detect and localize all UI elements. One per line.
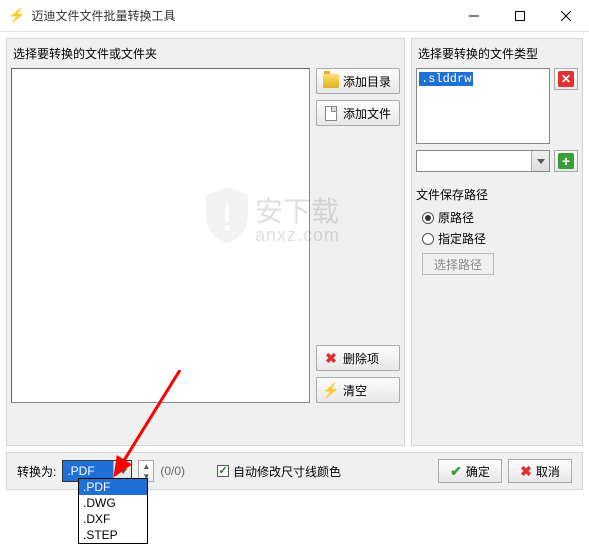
right-panel: 选择要转换的文件类型 .slddrw ✕ + 文件保存路径 原路径 xyxy=(411,38,583,446)
file-type-list[interactable]: .slddrw xyxy=(416,68,550,144)
auto-modify-checkbox-row[interactable]: ✓ 自动修改尺寸线颜色 xyxy=(217,463,341,480)
format-selected: .PDF xyxy=(67,464,94,478)
original-path-label: 原路径 xyxy=(438,209,474,226)
select-path-button: 选择路径 xyxy=(422,253,494,275)
add-type-button[interactable]: + xyxy=(554,150,578,172)
window-controls xyxy=(451,0,589,32)
content-area: 选择要转换的文件或文件夹 添加目录 添加文件 ✖ 删除项 ⚡ xyxy=(0,32,589,452)
minimize-button[interactable] xyxy=(451,0,497,32)
checkbox-icon: ✓ xyxy=(217,465,229,477)
ok-label: 确定 xyxy=(466,463,490,480)
check-icon: ✔ xyxy=(450,463,462,480)
add-dir-label: 添加目录 xyxy=(343,73,391,90)
clear-icon: ⚡ xyxy=(323,382,339,398)
delete-item-button[interactable]: ✖ 删除项 xyxy=(316,345,400,371)
dropdown-item[interactable]: .STEP xyxy=(79,527,147,543)
delete-icon: ✖ xyxy=(323,350,339,366)
dropdown-item[interactable]: .PDF xyxy=(79,479,147,495)
format-dropdown-list[interactable]: .PDF .DWG .DXF .STEP xyxy=(78,478,148,544)
custom-path-label: 指定路径 xyxy=(438,230,486,247)
remove-icon: ✕ xyxy=(558,71,574,87)
app-icon: ⚡ xyxy=(8,7,25,24)
add-dir-button[interactable]: 添加目录 xyxy=(316,68,400,94)
plus-icon: + xyxy=(558,153,574,169)
add-file-label: 添加文件 xyxy=(343,105,391,122)
clear-label: 清空 xyxy=(343,382,367,399)
ok-button[interactable]: ✔ 确定 xyxy=(438,459,502,483)
file-type-label: 选择要转换的文件类型 xyxy=(416,43,578,64)
remove-type-button[interactable]: ✕ xyxy=(554,68,578,90)
clear-button[interactable]: ⚡ 清空 xyxy=(316,377,400,403)
folder-icon xyxy=(323,73,339,89)
cancel-label: 取消 xyxy=(536,463,560,480)
file-select-label: 选择要转换的文件或文件夹 xyxy=(11,43,400,64)
cancel-button[interactable]: ✖ 取消 xyxy=(508,459,572,483)
close-button[interactable] xyxy=(543,0,589,32)
chevron-down-icon xyxy=(531,151,549,171)
left-button-column: 添加目录 添加文件 ✖ 删除项 ⚡ 清空 xyxy=(316,68,400,403)
maximize-button[interactable] xyxy=(497,0,543,32)
save-path-label: 文件保存路径 xyxy=(416,186,578,203)
original-path-radio-row[interactable]: 原路径 xyxy=(422,209,578,226)
delete-item-label: 删除项 xyxy=(343,350,379,367)
dropdown-item[interactable]: .DWG xyxy=(79,495,147,511)
file-list[interactable] xyxy=(11,68,310,403)
add-file-button[interactable]: 添加文件 xyxy=(316,100,400,126)
radio-icon xyxy=(422,212,434,224)
dropdown-item[interactable]: .DXF xyxy=(79,511,147,527)
spinner-up[interactable]: ▲ xyxy=(139,461,153,471)
file-type-item[interactable]: .slddrw xyxy=(419,72,473,86)
x-icon: ✖ xyxy=(520,463,532,480)
custom-path-radio-row[interactable]: 指定路径 xyxy=(422,230,578,247)
window-title: 迈迪文件文件批量转换工具 xyxy=(31,7,451,24)
count-label: (0/0) xyxy=(160,464,185,478)
auto-modify-label: 自动修改尺寸线颜色 xyxy=(233,463,341,480)
type-combobox[interactable] xyxy=(416,150,550,172)
convert-to-label: 转换为: xyxy=(17,463,56,480)
titlebar: ⚡ 迈迪文件文件批量转换工具 xyxy=(0,0,589,32)
left-panel: 选择要转换的文件或文件夹 添加目录 添加文件 ✖ 删除项 ⚡ xyxy=(6,38,405,446)
radio-icon xyxy=(422,233,434,245)
file-icon xyxy=(323,105,339,121)
select-path-label: 选择路径 xyxy=(434,256,482,273)
